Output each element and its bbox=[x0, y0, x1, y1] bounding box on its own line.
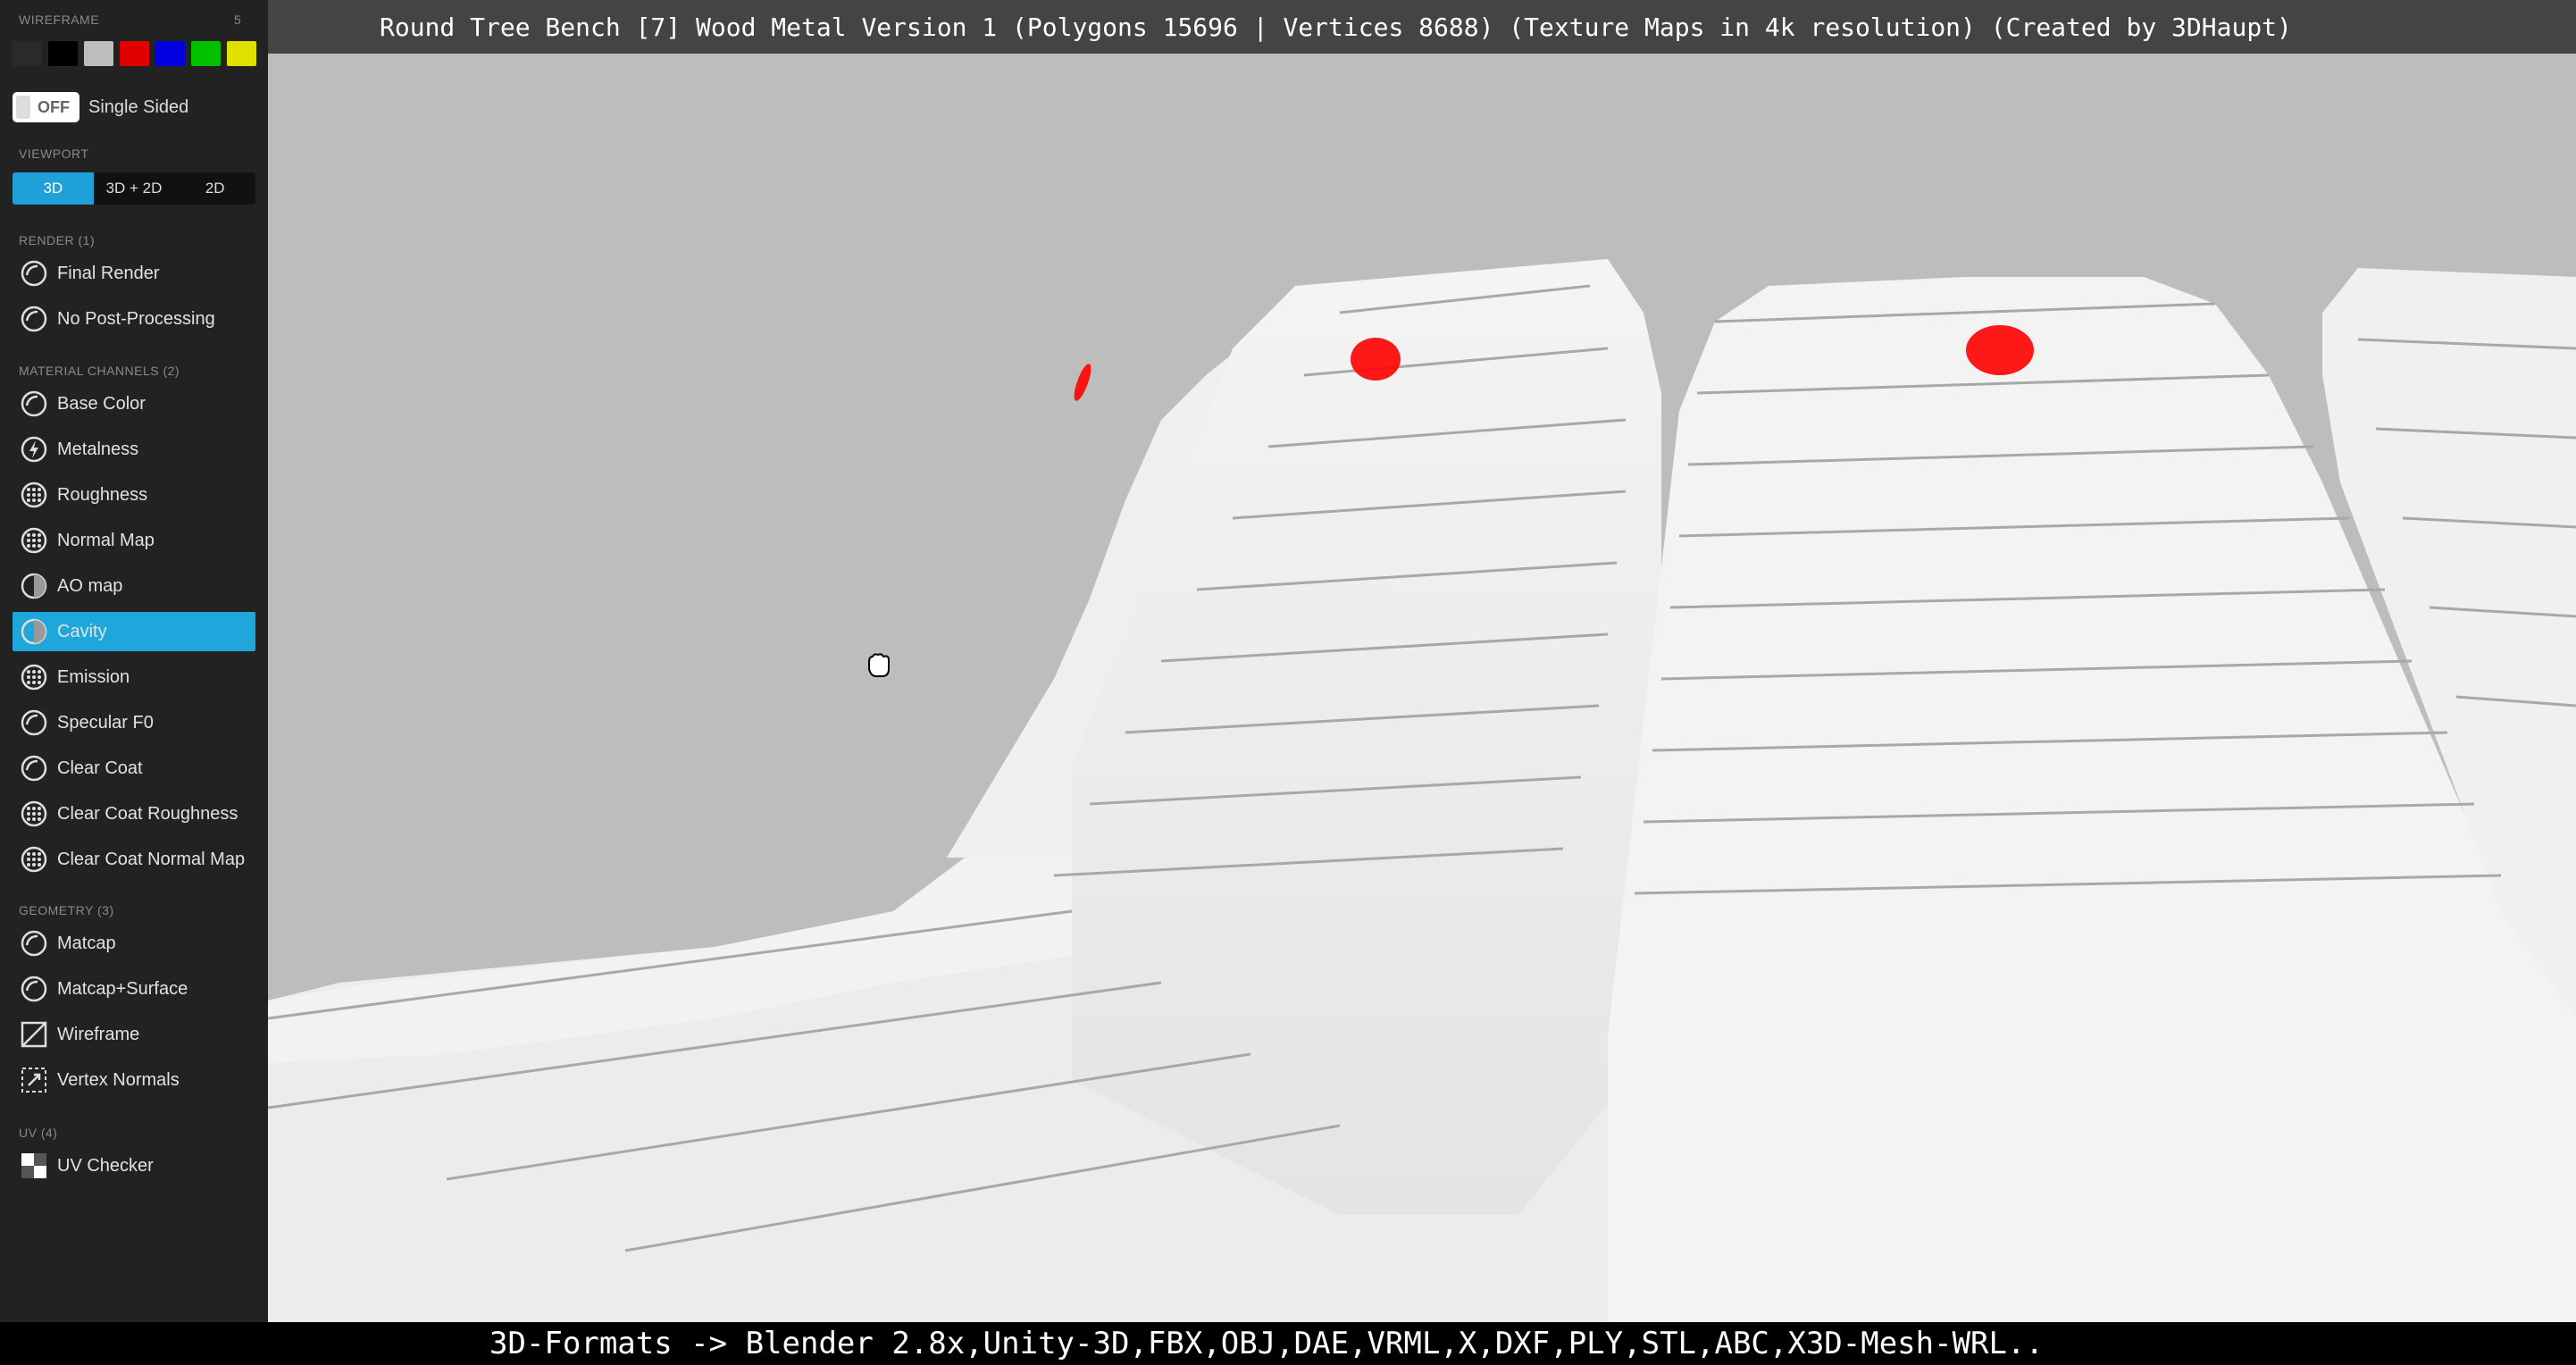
single-sided-label: Single Sided bbox=[88, 96, 189, 117]
metal-icon bbox=[18, 433, 50, 465]
formats-text: 3D-Formats -> Blender 2.8x,Unity-3D,FBX,… bbox=[489, 1326, 2044, 1361]
sidebar-item-clear-coat-normal-map[interactable]: Clear Coat Normal Map bbox=[13, 840, 255, 879]
model-title: Round Tree Bench [7] Wood Metal Version … bbox=[380, 13, 2292, 42]
wireframe-section-title: WIREFRAME bbox=[19, 13, 100, 27]
sidebar-item-label: Specular F0 bbox=[57, 712, 154, 733]
sidebar-item-matcap[interactable]: Matcap bbox=[13, 924, 255, 963]
wireframe-swatch[interactable] bbox=[227, 41, 256, 66]
sidebar-item-emission[interactable]: Emission bbox=[13, 657, 255, 697]
sidebar-item-roughness[interactable]: Roughness bbox=[13, 475, 255, 515]
vertex-normals-icon bbox=[18, 1064, 50, 1096]
sidebar-item-label: Wireframe bbox=[57, 1024, 140, 1044]
viewport-section-title: VIEWPORT bbox=[19, 147, 89, 161]
sidebar-item-specular-f0[interactable]: Specular F0 bbox=[13, 703, 255, 742]
hand-grab-icon bbox=[868, 653, 890, 677]
sidebar-item-label: Clear Coat bbox=[57, 758, 143, 778]
clearcoat-roughness-icon bbox=[18, 798, 50, 830]
material-section-title: MATERIAL CHANNELS (2) bbox=[19, 364, 180, 378]
wireframe-count: 5 bbox=[234, 13, 241, 27]
sidebar-item-wireframe[interactable]: Wireframe bbox=[13, 1015, 255, 1054]
clearcoat-normal-icon bbox=[18, 843, 50, 875]
sidebar-item-vertex-normals[interactable]: Vertex Normals bbox=[13, 1060, 255, 1100]
matcap-surface-icon bbox=[18, 973, 50, 1005]
wireframe-icon bbox=[18, 1018, 50, 1051]
wireframe-swatch[interactable] bbox=[120, 41, 149, 66]
viewport-mode-3d[interactable]: 3D bbox=[13, 172, 94, 205]
sidebar-item-ao-map[interactable]: AO map bbox=[13, 566, 255, 606]
sidebar-item-label: Roughness bbox=[57, 484, 148, 505]
wireframe-color-swatches bbox=[13, 41, 256, 68]
specular-icon bbox=[18, 707, 50, 739]
wireframe-swatch[interactable] bbox=[191, 41, 221, 66]
emission-icon bbox=[18, 661, 50, 693]
single-sided-toggle-row: OFF Single Sided bbox=[13, 92, 188, 122]
render-section-title: RENDER (1) bbox=[19, 233, 96, 247]
sidebar-item-base-color[interactable]: Base Color bbox=[13, 384, 255, 423]
wireframe-swatch[interactable] bbox=[155, 41, 185, 66]
single-sided-toggle[interactable]: OFF bbox=[13, 92, 79, 122]
sidebar-item-label: Metalness bbox=[57, 439, 139, 459]
sidebar-item-label: AO map bbox=[57, 575, 123, 596]
uv-checker-icon bbox=[18, 1150, 50, 1182]
sidebar-item-label: Emission bbox=[57, 666, 130, 687]
model-title-bar: Round Tree Bench [7] Wood Metal Version … bbox=[268, 0, 2576, 54]
wireframe-swatch[interactable] bbox=[13, 41, 42, 66]
sidebar-item-label: Clear Coat Roughness bbox=[57, 803, 238, 824]
bench-model-render bbox=[268, 259, 2576, 1322]
color-icon bbox=[18, 388, 50, 420]
sidebar-item-no-post-processing[interactable]: No Post-Processing bbox=[13, 299, 255, 339]
uv-section-title: UV (4) bbox=[19, 1126, 58, 1140]
sidebar-item-label: Clear Coat Normal Map bbox=[57, 849, 246, 869]
geometry-section-title: GEOMETRY (3) bbox=[19, 903, 114, 917]
ao-icon bbox=[18, 570, 50, 602]
3d-viewport[interactable] bbox=[268, 54, 2576, 1322]
wireframe-swatch[interactable] bbox=[84, 41, 113, 66]
viewport-mode-3d-2d[interactable]: 3D + 2D bbox=[94, 172, 175, 205]
roughness-icon bbox=[18, 479, 50, 511]
sidebar-item-label: Final Render bbox=[57, 263, 160, 283]
sidebar-item-matcap-surface[interactable]: Matcap+Surface bbox=[13, 969, 255, 1009]
sidebar-item-label: Base Color bbox=[57, 393, 146, 414]
single-sided-state: OFF bbox=[38, 98, 70, 116]
sidebar-item-label: Matcap bbox=[57, 933, 116, 953]
sidebar-item-label: Matcap+Surface bbox=[57, 978, 188, 999]
render-icon bbox=[18, 257, 50, 289]
matcap-icon bbox=[18, 927, 50, 959]
sidebar-item-label: Normal Map bbox=[57, 530, 155, 550]
render-icon bbox=[18, 303, 50, 335]
viewport-mode-2d[interactable]: 2D bbox=[174, 172, 255, 205]
sidebar-item-clear-coat[interactable]: Clear Coat bbox=[13, 749, 255, 788]
formats-bar: 3D-Formats -> Blender 2.8x,Unity-3D,FBX,… bbox=[0, 1322, 2576, 1365]
cavity-icon bbox=[18, 616, 50, 648]
sidebar-item-clear-coat-roughness[interactable]: Clear Coat Roughness bbox=[13, 794, 255, 833]
sidebar-item-uv-checker[interactable]: UV Checker bbox=[13, 1146, 255, 1185]
sidebar-item-label: Vertex Normals bbox=[57, 1069, 180, 1090]
sidebar: WIREFRAME 5 OFF Single Sided VIEWPORT 3D… bbox=[0, 0, 268, 1322]
clearcoat-icon bbox=[18, 752, 50, 784]
sidebar-item-label: Cavity bbox=[57, 621, 107, 641]
sidebar-item-metalness[interactable]: Metalness bbox=[13, 430, 255, 469]
sidebar-item-label: No Post-Processing bbox=[57, 308, 215, 329]
sidebar-item-cavity[interactable]: Cavity bbox=[13, 612, 255, 651]
sidebar-item-label: UV Checker bbox=[57, 1155, 154, 1176]
wireframe-swatch[interactable] bbox=[48, 41, 78, 66]
sidebar-item-normal-map[interactable]: Normal Map bbox=[13, 521, 255, 560]
viewport-mode-selector: 3D 3D + 2D 2D bbox=[13, 172, 255, 205]
sidebar-item-final-render[interactable]: Final Render bbox=[13, 254, 255, 293]
normal-map-icon bbox=[18, 524, 50, 557]
